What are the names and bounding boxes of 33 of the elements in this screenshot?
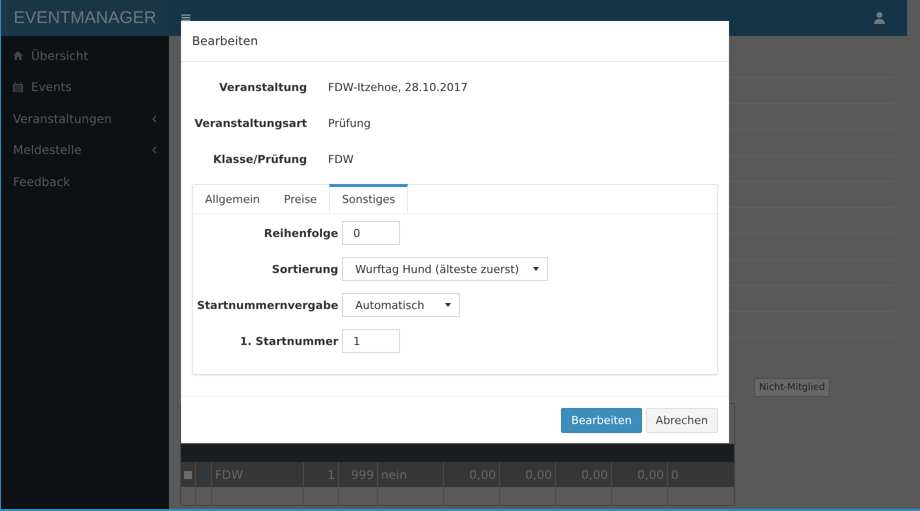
form-label: 1. Startnummer xyxy=(238,334,338,348)
home-icon xyxy=(13,51,23,60)
field-label: Veranstaltungsart xyxy=(194,116,307,132)
form-label: Startnummernvergabe xyxy=(197,298,338,312)
form-label: Reihenfolge xyxy=(263,226,338,240)
form-label: Sortierung xyxy=(270,262,338,276)
sidebar-item[interactable]: Events xyxy=(1,72,169,103)
app-logo[interactable]: EVENTMANAGER xyxy=(14,8,156,28)
calendar-icon xyxy=(13,82,23,92)
select-dropdown[interactable]: Automatisch xyxy=(342,293,460,317)
dialog-title: Bearbeiten xyxy=(192,34,258,48)
field-value: FDW-Itzehoe, 28.10.2017 xyxy=(328,80,468,96)
tab[interactable]: Sonstiges xyxy=(328,184,408,213)
sidebar-item[interactable]: Feedback xyxy=(1,166,169,198)
field-label: Veranstaltung xyxy=(218,80,307,96)
select-dropdown[interactable]: Wurftag Hund (älteste zuerst) xyxy=(342,257,548,281)
member-button[interactable]: Nicht-Mitglied xyxy=(754,378,830,397)
sidebar-item[interactable]: Meldestelle xyxy=(1,134,169,166)
field-label: Klasse/Prüfung xyxy=(212,152,307,168)
field-value: FDW xyxy=(328,152,355,168)
input-field[interactable]: 0 xyxy=(342,221,400,245)
user-icon[interactable] xyxy=(874,12,885,24)
sidebar-item[interactable]: Übersicht xyxy=(1,40,169,72)
dialog-button[interactable]: Abrechen xyxy=(646,408,718,432)
caret-icon xyxy=(533,267,540,271)
caret-icon xyxy=(445,303,452,307)
dialog-button[interactable]: Bearbeiten xyxy=(561,408,642,432)
row-checkbox[interactable] xyxy=(184,470,192,478)
tab[interactable]: Allgemein xyxy=(193,184,272,213)
sidebar-item[interactable]: Veranstaltungen xyxy=(1,103,169,134)
tab[interactable]: Preise xyxy=(272,184,329,213)
input-field[interactable]: 1 xyxy=(342,329,400,353)
field-value: Prüfung xyxy=(328,116,372,132)
